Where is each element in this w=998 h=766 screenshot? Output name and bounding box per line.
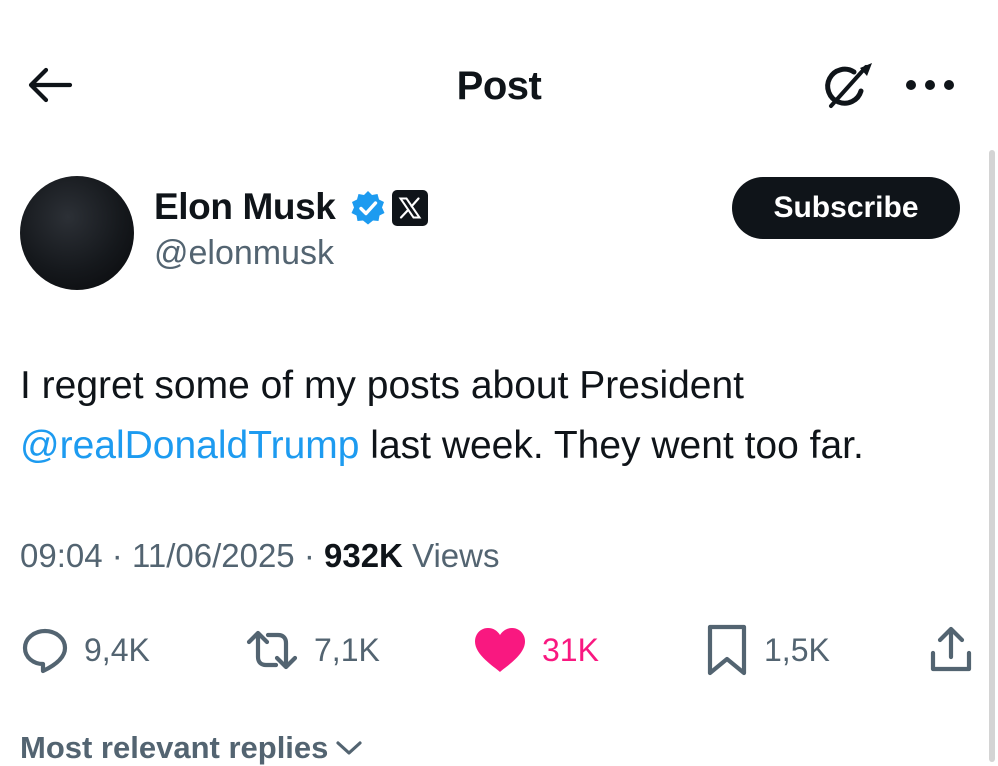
- chevron-down-icon: [336, 741, 363, 755]
- post-time[interactable]: 09:04: [20, 537, 103, 574]
- replies-sort-label: Most relevant replies: [20, 730, 329, 765]
- reply-button[interactable]: 9,4K: [20, 618, 150, 682]
- more-options-button[interactable]: [900, 62, 960, 108]
- reply-icon: [22, 628, 68, 674]
- post-text-start: I regret some of my posts about Presiden…: [20, 364, 745, 407]
- bookmark-icon: [707, 624, 747, 676]
- grok-button[interactable]: [818, 60, 878, 112]
- bookmark-button[interactable]: 1,5K: [704, 618, 830, 682]
- like-button[interactable]: 31K: [472, 618, 599, 682]
- action-bar: 9,4K 7,1K 31K 1,5K: [0, 618, 998, 682]
- like-count: 31K: [542, 631, 599, 668]
- repost-button[interactable]: 7,1K: [244, 618, 380, 682]
- author-handle[interactable]: @elonmusk: [154, 234, 334, 273]
- verified-badge-icon[interactable]: [350, 190, 386, 226]
- more-dots-icon: [906, 80, 954, 90]
- meta-separator: ·: [303, 537, 315, 574]
- reply-count: 9,4K: [84, 631, 150, 668]
- subscribe-button[interactable]: Subscribe: [732, 177, 960, 239]
- post-date[interactable]: 11/06/2025: [132, 537, 295, 574]
- repost-icon: [246, 630, 298, 670]
- affiliate-badge[interactable]: [392, 190, 428, 226]
- views-count[interactable]: 932K: [324, 537, 403, 574]
- views-label[interactable]: Views: [412, 537, 499, 574]
- x-logo-icon: [398, 197, 422, 219]
- mention-link[interactable]: @realDonaldTrump: [20, 424, 359, 467]
- grok-icon: [825, 63, 872, 108]
- avatar[interactable]: [20, 176, 134, 290]
- post-text: I regret some of my posts about Presiden…: [20, 356, 990, 476]
- heart-icon: [475, 628, 525, 672]
- post-meta: 09:04 · 11/06/2025 · 932K Views: [20, 537, 500, 575]
- top-bar: Post: [0, 40, 998, 132]
- share-icon: [930, 626, 972, 672]
- bookmark-count: 1,5K: [764, 631, 830, 668]
- meta-separator: ·: [111, 537, 123, 574]
- replies-sort-dropdown[interactable]: Most relevant replies: [20, 730, 364, 766]
- author-name[interactable]: Elon Musk: [154, 186, 336, 228]
- repost-count: 7,1K: [314, 631, 380, 668]
- post-text-end: last week. They went too far.: [359, 424, 864, 467]
- share-button[interactable]: [926, 618, 976, 682]
